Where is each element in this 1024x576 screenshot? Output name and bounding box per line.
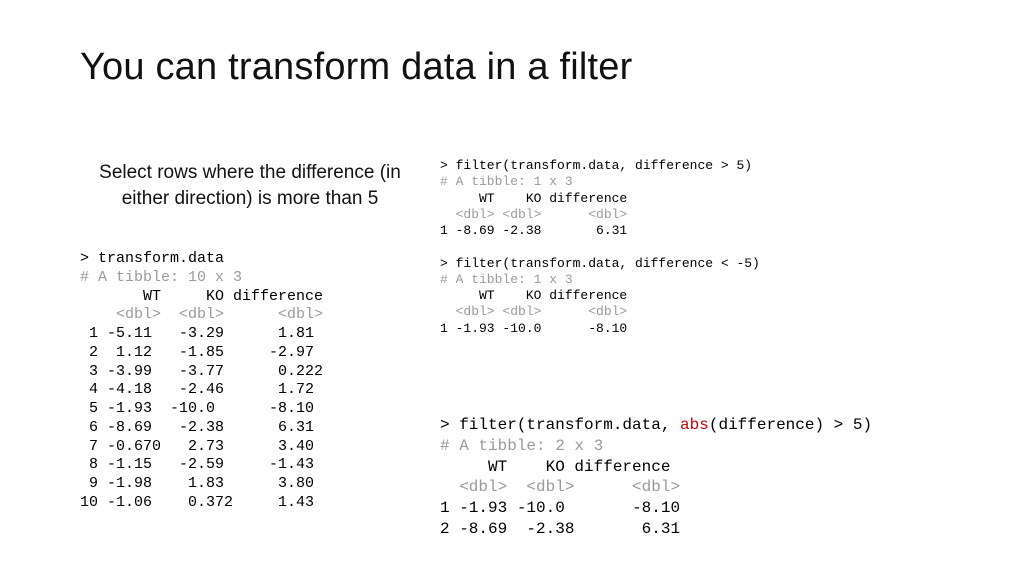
tibble-info: # A tibble: 1 x 3	[440, 272, 573, 287]
page-title: You can transform data in a filter	[80, 46, 632, 89]
table-row: 8 -1.15 -2.59 -1.43	[80, 456, 323, 473]
table-row: 2 1.12 -1.85 -2.97	[80, 344, 323, 361]
r-prompt-line: > filter(transform.data, difference < -5…	[440, 256, 760, 271]
table-header: WT KO difference	[440, 458, 670, 476]
table-row: 1 -1.93 -10.0 -8.10	[440, 499, 680, 517]
table-header: WT KO difference	[440, 191, 627, 206]
abs-highlight: abs	[680, 416, 709, 434]
code-transform-data: > transform.data # A tibble: 10 x 3 WT K…	[80, 250, 323, 513]
column-types: <dbl> <dbl> <dbl>	[80, 306, 323, 323]
table-row: 3 -3.99 -3.77 0.222	[80, 363, 323, 380]
slide: You can transform data in a filter Selec…	[0, 0, 1024, 576]
column-types: <dbl> <dbl> <dbl>	[440, 207, 627, 222]
code-filter-abs: > filter(transform.data, abs(difference)…	[440, 415, 872, 540]
column-types: <dbl> <dbl> <dbl>	[440, 478, 680, 496]
column-types: <dbl> <dbl> <dbl>	[440, 304, 627, 319]
table-row: 7 -0.670 2.73 3.40	[80, 438, 323, 455]
table-row: 6 -8.69 -2.38 6.31	[80, 419, 323, 436]
table-header: WT KO difference	[440, 288, 627, 303]
tibble-info: # A tibble: 10 x 3	[80, 269, 242, 286]
table-row: 1 -5.11 -3.29 1.81	[80, 325, 323, 342]
table-row: 1 -1.93 -10.0 -8.10	[440, 321, 627, 336]
r-prompt-line: > filter(transform.data, abs(difference)…	[440, 416, 872, 434]
r-prompt-line: > transform.data	[80, 250, 224, 267]
table-row: 9 -1.98 1.83 3.80	[80, 475, 323, 492]
r-prompt-line: > filter(transform.data, difference > 5)	[440, 158, 752, 173]
table-row: 10 -1.06 0.372 1.43	[80, 494, 323, 511]
table-row: 1 -8.69 -2.38 6.31	[440, 223, 627, 238]
table-header: WT KO difference	[80, 288, 323, 305]
table-row: 5 -1.93 -10.0 -8.10	[80, 400, 323, 417]
subtitle: Select rows where the difference (in eit…	[80, 160, 420, 211]
table-row: 4 -4.18 -2.46 1.72	[80, 381, 323, 398]
code-filter-examples: > filter(transform.data, difference > 5)…	[440, 158, 760, 337]
tibble-info: # A tibble: 1 x 3	[440, 174, 573, 189]
tibble-info: # A tibble: 2 x 3	[440, 437, 603, 455]
table-row: 2 -8.69 -2.38 6.31	[440, 520, 680, 538]
